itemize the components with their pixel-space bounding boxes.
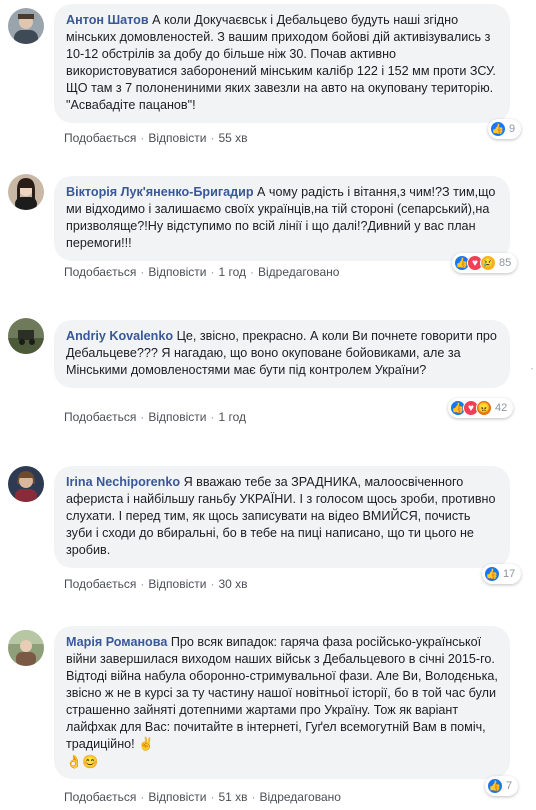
comment-author[interactable]: Марія Романова: [66, 635, 167, 649]
comment-text: Про всяк випадок: гаряча фаза російсько-…: [66, 635, 498, 751]
separator-dot: ·: [140, 131, 145, 145]
reply-link[interactable]: Відповісти: [148, 265, 206, 279]
comment-actions: Подобається · Відповісти · 55 хв: [64, 131, 248, 145]
emoji-line: 👌😊: [66, 754, 99, 769]
comment-bubble: Irina Nechiporenko Я вважаю тебе за ЗРАД…: [54, 466, 510, 568]
separator-dot: ·: [210, 131, 215, 145]
comment-actions: Подобається · Відповісти · 51 хв · Відредагова…: [64, 790, 341, 804]
separator-dot: ·: [140, 577, 145, 591]
comment-actions: Подобається · Відповісти · 1 год · Відредагова…: [64, 265, 339, 279]
comment-bubble: Andriy Kovalenko Це, звісно, прекрасно. …: [54, 320, 510, 388]
comment-bubble: Вікторія Лук'яненко-Бригадир А чому раді…: [54, 176, 510, 261]
reactions-summary[interactable]: 👍 ♥ 😠 42: [448, 398, 514, 418]
avatar[interactable]: [8, 466, 44, 502]
comment-actions: Подобається · Відповісти · 1 год: [64, 410, 246, 424]
like-link[interactable]: Подобається: [64, 577, 136, 591]
separator-dot: ·: [210, 577, 215, 591]
separator-dot: ·: [140, 410, 145, 424]
comment-actions: Подобається · Відповісти · 30 хв: [64, 577, 248, 591]
separator-dot: ·: [251, 790, 256, 804]
separator-dot: ·: [250, 265, 254, 279]
reactions-summary[interactable]: 👍 ♥ 😢 85: [452, 253, 518, 273]
like-link[interactable]: Подобається: [64, 410, 136, 424]
reaction-count: 9: [509, 123, 516, 135]
timestamp[interactable]: 30 хв: [218, 577, 247, 591]
separator-dot: ·: [210, 265, 215, 279]
reply-link[interactable]: Відповісти: [148, 577, 206, 591]
comment-author[interactable]: Вікторія Лук'яненко-Бригадир: [66, 185, 254, 199]
reaction-count: 85: [499, 257, 512, 269]
comment-author[interactable]: Антон Шатов: [66, 13, 149, 27]
avatar[interactable]: [8, 630, 44, 666]
reaction-count: 17: [503, 568, 516, 580]
timestamp[interactable]: 1 год: [218, 265, 246, 279]
reactions-summary[interactable]: 👍 7: [485, 776, 519, 796]
like-link[interactable]: Подобається: [64, 790, 136, 804]
avatar[interactable]: [8, 318, 44, 354]
avatar[interactable]: [8, 174, 44, 210]
comment-author[interactable]: Andriy Kovalenko: [66, 329, 173, 343]
comment-bubble: Антон Шатов А коли Докучаєвськ і Дебальц…: [54, 4, 510, 123]
separator-dot: ·: [140, 790, 145, 804]
separator-dot: ·: [210, 790, 215, 804]
more-options-icon[interactable]: ⋅: [530, 362, 534, 376]
reactions-summary[interactable]: 👍 17: [482, 564, 522, 584]
reply-link[interactable]: Відповісти: [148, 790, 206, 804]
like-link[interactable]: Подобається: [64, 265, 136, 279]
edited-label[interactable]: Відредаговано: [258, 265, 339, 279]
timestamp[interactable]: 1 год: [218, 410, 246, 424]
reactions-summary[interactable]: 👍 9: [488, 119, 522, 139]
comment-text: А коли Докучаєвськ і Дебальцево будуть н…: [66, 13, 496, 112]
separator-dot: ·: [140, 265, 145, 279]
edited-label[interactable]: Відредаговано: [260, 790, 341, 804]
angry-face-icon: 😠: [476, 400, 492, 416]
reply-link[interactable]: Відповісти: [148, 410, 206, 424]
avatar[interactable]: [8, 8, 44, 44]
thumbs-up-icon: 👍: [487, 778, 503, 794]
thumbs-up-icon: 👍: [490, 121, 506, 137]
comment-author[interactable]: Irina Nechiporenko: [66, 475, 180, 489]
reaction-count: 7: [506, 780, 513, 792]
separator-dot: ·: [210, 410, 215, 424]
crying-face-icon: 😢: [480, 255, 496, 271]
comment-bubble: Марія Романова Про всяк випадок: гаряча …: [54, 626, 510, 779]
timestamp[interactable]: 51 хв: [218, 790, 247, 804]
reply-link[interactable]: Відповісти: [148, 131, 206, 145]
thumbs-up-icon: 👍: [484, 566, 500, 582]
timestamp[interactable]: 55 хв: [218, 131, 247, 145]
reaction-count: 42: [495, 402, 508, 414]
like-link[interactable]: Подобається: [64, 131, 136, 145]
